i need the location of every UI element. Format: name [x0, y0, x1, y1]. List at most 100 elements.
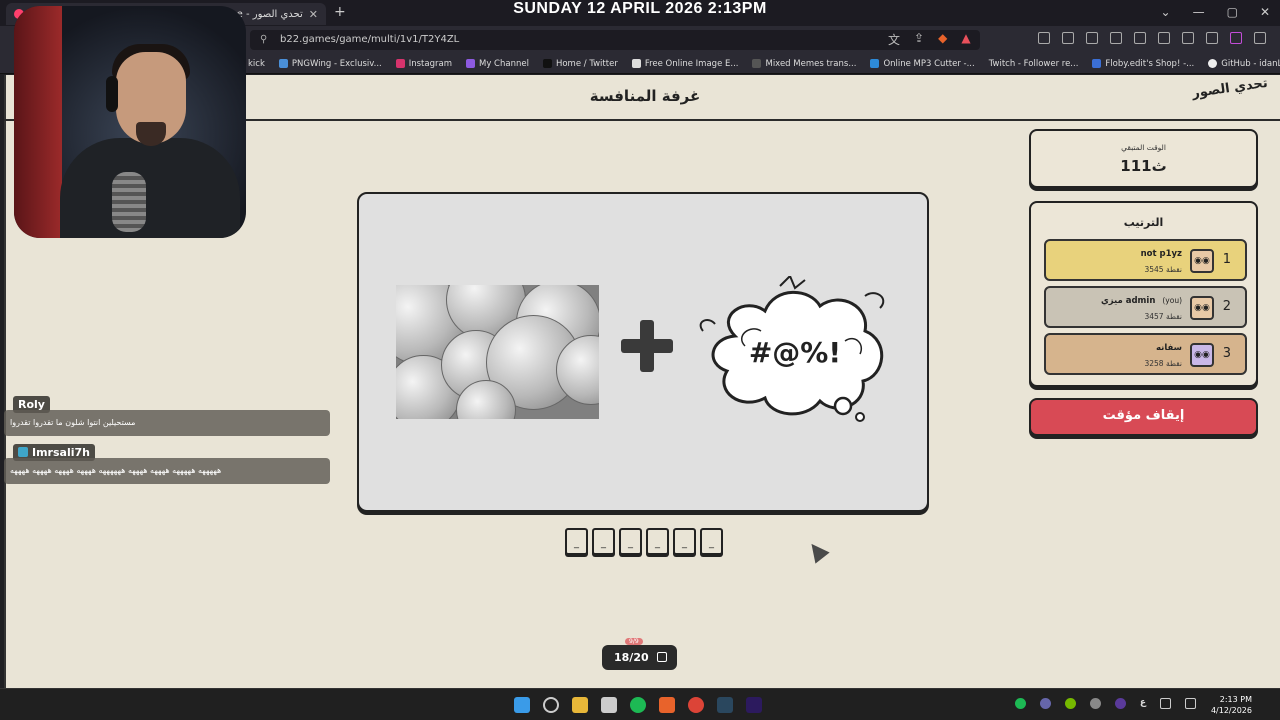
- twitch-icon: [465, 59, 475, 68]
- site-info-icon[interactable]: ⚲: [260, 30, 267, 50]
- translate-icon[interactable]: 文: [888, 31, 900, 48]
- tray-spotify-icon[interactable]: [1014, 698, 1026, 709]
- answer-slot[interactable]: _: [700, 528, 723, 555]
- premiere-icon[interactable]: [746, 697, 762, 713]
- chrome-icon[interactable]: [688, 697, 704, 713]
- round-progress-text: 18/20: [614, 651, 649, 664]
- store-icon[interactable]: [601, 697, 617, 713]
- timer-panel: الوقت المتبقي 111ث: [1029, 129, 1258, 188]
- tray-steam-icon[interactable]: [1039, 698, 1051, 709]
- left-border: [4, 75, 6, 688]
- player-points: 3457 نقطة: [1144, 312, 1182, 321]
- start-icon[interactable]: [514, 697, 530, 713]
- answer-slot[interactable]: _: [565, 528, 588, 555]
- player-avatar: ◉◉: [1190, 296, 1214, 320]
- ranking-row: 3 ◉◉ سفانه 3258 نقطة: [1044, 333, 1247, 375]
- screenshot-icon[interactable]: [1062, 32, 1074, 44]
- shop-icon: [1092, 59, 1102, 68]
- bookmark-pngwing[interactable]: PNGWing - Exclusiv...: [278, 59, 382, 69]
- extensions-icon[interactable]: [1038, 32, 1050, 44]
- shield-icon[interactable]: [1206, 32, 1218, 44]
- rewards-icon[interactable]: ▲: [961, 31, 970, 48]
- player-name: not p1yz: [1140, 249, 1182, 259]
- ranking-title: الترتيب: [1123, 216, 1164, 229]
- bookmark-twitch-follower[interactable]: Twitch - Follower re...: [989, 59, 1079, 69]
- image-editor-icon: [631, 59, 641, 68]
- url-actions: 文 ⇪ ◆ ▲: [888, 31, 971, 48]
- system-tray: ع: [1014, 698, 1196, 709]
- rank-number: 3: [1222, 346, 1231, 361]
- bookmark-twitter[interactable]: Home / Twitter: [542, 59, 618, 69]
- puzzle-card: #@%!: [357, 192, 929, 512]
- toolbar-icons: [1038, 32, 1266, 44]
- chat-message: مستحيلين انتوا شلون ما تقدروا تقدروا: [4, 410, 330, 436]
- bookmark-mp3-cutter[interactable]: Online MP3 Cutter -...: [870, 59, 975, 69]
- bookmark-kick[interactable]: kick: [248, 59, 265, 69]
- rank-number: 1: [1222, 252, 1231, 267]
- url-text: b22.games/game/multi/1v1/T2Y4ZL: [280, 34, 460, 45]
- vpn-icon[interactable]: [1182, 32, 1194, 44]
- player-points: 3258 نقطة: [1144, 359, 1182, 368]
- url-field[interactable]: ⚲ b22.games/game/multi/1v1/T2Y4ZL: [250, 30, 980, 50]
- answer-slot[interactable]: _: [619, 528, 642, 555]
- bookmark-floby-shop[interactable]: Floby.edit's Shop! -...: [1092, 59, 1194, 69]
- brave-icon[interactable]: [659, 697, 675, 713]
- page-icon: [752, 59, 762, 68]
- round-progress: 18/20: [602, 645, 677, 670]
- ranking-row: 1 ◉◉ not p1yz 3545 نقطة: [1044, 239, 1247, 281]
- bookmarks-icon[interactable]: [1110, 32, 1122, 44]
- plus-icon: [621, 320, 673, 372]
- taskbar-clock[interactable]: 2:13 PM 4/12/2026: [1211, 694, 1252, 716]
- rank-number: 2: [1222, 299, 1231, 314]
- player-avatar: ◉◉: [1190, 249, 1214, 273]
- bookmark-mixed-memes[interactable]: Mixed Memes trans...: [752, 59, 856, 69]
- answer-slot[interactable]: _: [646, 528, 669, 555]
- clock-time: 2:13 PM: [1219, 695, 1252, 704]
- bookmark-instagram[interactable]: Instagram: [395, 59, 452, 69]
- bookmark-github[interactable]: GitHub - idanL/Inst...: [1208, 59, 1280, 69]
- badge-icon: [18, 447, 28, 457]
- swearing-cloud-image: #@%!: [699, 276, 885, 422]
- clock-date: 4/12/2026: [1210, 706, 1252, 715]
- pngwing-icon: [278, 59, 288, 68]
- language-indicator[interactable]: ع: [1140, 698, 1146, 709]
- webcam-feed: [14, 6, 246, 238]
- wallet-icon[interactable]: [1158, 32, 1170, 44]
- chat-message: هههههه هههههه ههههه ههههه ههههههه ههههه …: [4, 458, 330, 484]
- mouse-cursor-icon: [804, 538, 830, 564]
- answer-slot[interactable]: _: [673, 528, 696, 555]
- profile-icon[interactable]: [1230, 32, 1242, 44]
- instagram-icon: [395, 59, 405, 68]
- progress-badge: 9/9: [625, 638, 643, 645]
- sidebar-icon[interactable]: [1134, 32, 1146, 44]
- spotify-icon[interactable]: [630, 697, 646, 713]
- steam-icon[interactable]: [717, 697, 733, 713]
- pause-button[interactable]: إيقاف مؤقت: [1029, 398, 1258, 436]
- network-icon[interactable]: [1160, 698, 1171, 709]
- taskbar-apps: [514, 697, 762, 713]
- ranking-panel: الترتيب 1 ◉◉ not p1yz 3545 نقطة 2 ◉◉ ميز…: [1029, 201, 1258, 387]
- tray-n-icon[interactable]: [1114, 698, 1126, 709]
- tray-app-icon[interactable]: [1089, 698, 1101, 709]
- player-name: ميزي admin (you): [1100, 296, 1182, 306]
- image-icon: [657, 652, 667, 662]
- player-name: سفانه: [1155, 343, 1182, 353]
- cloud-text: #@%!: [749, 336, 841, 369]
- player-points: 3545 نقطة: [1144, 265, 1182, 274]
- music-icon[interactable]: [1086, 32, 1098, 44]
- github-icon: [1208, 59, 1218, 68]
- answer-slot[interactable]: _: [592, 528, 615, 555]
- bookmark-image-editor[interactable]: Free Online Image E...: [631, 59, 738, 69]
- player-you-label: (you): [1162, 296, 1182, 305]
- coins-image: [396, 285, 599, 419]
- brave-shield-icon[interactable]: ◆: [938, 31, 947, 48]
- search-icon[interactable]: [543, 697, 559, 713]
- bookmark-my-channel[interactable]: My Channel: [465, 59, 529, 69]
- menu-icon[interactable]: [1254, 32, 1266, 44]
- share-icon[interactable]: ⇪: [914, 31, 924, 48]
- tray-nvidia-icon[interactable]: [1064, 698, 1076, 709]
- file-explorer-icon[interactable]: [572, 697, 588, 713]
- x-icon: [542, 59, 552, 68]
- volume-icon[interactable]: [1185, 698, 1196, 709]
- timer-value: 111ث: [1120, 157, 1167, 175]
